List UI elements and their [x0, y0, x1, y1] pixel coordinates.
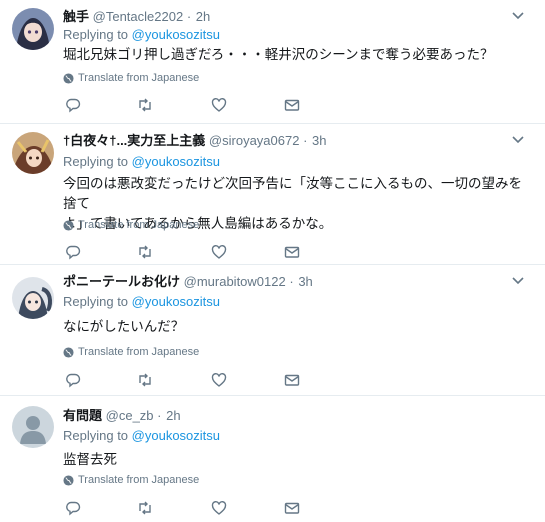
translate-link[interactable]: Translate from Japanese	[63, 346, 199, 358]
translate-label[interactable]: Translate from Japanese	[78, 346, 199, 358]
globe-icon	[63, 346, 74, 358]
display-name[interactable]: ポニーテールお化け	[63, 274, 180, 289]
reply-feed: 触手 @Tentacle2202 · 2h Replying to @youko…	[0, 0, 545, 522]
retweet-icon[interactable]	[137, 500, 153, 516]
translate-label[interactable]: Translate from Japanese	[78, 72, 199, 84]
tweet-text: 堀北兄妹ゴリ押し過ぎだろ・・・軽井沢のシーンまで奪う必要あった？	[63, 45, 533, 65]
reply-icon[interactable]	[65, 97, 81, 113]
chevron-down-icon[interactable]	[511, 132, 525, 146]
replying-to-label: Replying to	[63, 154, 129, 169]
tweet-text: なにがしたいんだ？	[63, 317, 533, 337]
tweet-header: †白夜々†...実力至上主義 @siroyaya0672 · 3h	[63, 130, 327, 149]
direct-message-icon[interactable]	[284, 500, 300, 516]
avatar[interactable]	[12, 406, 54, 448]
replying-to-label: Replying to	[63, 294, 129, 309]
display-name[interactable]: 有問題	[63, 408, 102, 423]
replying-to-link[interactable]: @youkosozitsu	[132, 294, 220, 309]
avatar[interactable]	[12, 132, 54, 174]
user-handle[interactable]: @murabitow0122	[184, 274, 286, 289]
reply-icon[interactable]	[65, 372, 81, 388]
retweet-icon[interactable]	[137, 97, 153, 113]
tweet[interactable]: ポニーテールお化け @murabitow0122 · 3h Replying t…	[0, 265, 545, 396]
tweet-text-line: 今回のは悪改変だったけど次回予告に「汝等ここに入るもの、一切の望みを捨て	[63, 176, 522, 211]
replying-to-label: Replying to	[63, 428, 129, 443]
tweet-actions	[65, 372, 305, 388]
translate-link[interactable]: Translate from Japanese	[63, 219, 199, 231]
separator-dot: ·	[303, 133, 308, 148]
like-icon[interactable]	[211, 97, 227, 113]
replying-to: Replying to @youkosozitsu	[63, 27, 220, 42]
globe-icon	[63, 474, 74, 486]
like-icon[interactable]	[211, 500, 227, 516]
chevron-down-icon[interactable]	[511, 273, 525, 287]
globe-icon	[63, 219, 74, 231]
translate-link[interactable]: Translate from Japanese	[63, 72, 199, 84]
avatar[interactable]	[12, 8, 54, 50]
reply-icon[interactable]	[65, 500, 81, 516]
avatar[interactable]	[12, 277, 54, 319]
separator-dot: ·	[186, 9, 192, 24]
translate-label[interactable]: Translate from Japanese	[78, 474, 199, 486]
translate-link[interactable]: Translate from Japanese	[63, 474, 199, 486]
user-handle[interactable]: @Tentacle2202	[93, 9, 184, 24]
display-name[interactable]: †白夜々†...実力至上主義	[63, 133, 205, 148]
like-icon[interactable]	[211, 244, 227, 260]
retweet-icon[interactable]	[137, 244, 153, 260]
replying-to-link[interactable]: @youkosozitsu	[132, 428, 220, 443]
direct-message-icon[interactable]	[284, 372, 300, 388]
replying-to-label: Replying to	[63, 27, 129, 42]
tweet-header: 触手 @Tentacle2202 · 2h	[63, 6, 210, 25]
replying-to-link[interactable]: @youkosozitsu	[132, 154, 220, 169]
translate-label[interactable]: Translate from Japanese	[78, 219, 199, 231]
tweet-actions	[65, 97, 305, 113]
tweet-actions	[65, 244, 305, 260]
replying-to: Replying to @youkosozitsu	[63, 428, 220, 443]
replying-to-link[interactable]: @youkosozitsu	[132, 27, 220, 42]
separator-dot: ·	[157, 408, 162, 423]
tweet-actions	[65, 500, 305, 516]
timestamp[interactable]: 2h	[166, 408, 180, 423]
direct-message-icon[interactable]	[284, 244, 300, 260]
like-icon[interactable]	[211, 372, 227, 388]
avatar-image	[12, 277, 54, 319]
user-handle[interactable]: @siroyaya0672	[209, 133, 300, 148]
tweet-text-line: 监督去死	[63, 452, 117, 467]
timestamp[interactable]: 3h	[298, 274, 312, 289]
tweet-text-line: なにがしたいんだ？	[63, 319, 185, 334]
chevron-down-icon[interactable]	[511, 8, 525, 22]
tweet[interactable]: 触手 @Tentacle2202 · 2h Replying to @youko…	[0, 0, 545, 124]
separator-dot: ·	[289, 274, 294, 289]
globe-icon	[63, 72, 74, 84]
timestamp[interactable]: 3h	[312, 133, 326, 148]
tweet[interactable]: †白夜々†...実力至上主義 @siroyaya0672 · 3h Replyi…	[0, 124, 545, 265]
reply-icon[interactable]	[65, 244, 81, 260]
replying-to: Replying to @youkosozitsu	[63, 154, 220, 169]
user-handle[interactable]: @ce_zb	[106, 408, 154, 423]
tweet-text-line: 堀北兄妹ゴリ押し過ぎだろ・・・軽井沢のシーンまで奪う必要あった？	[63, 47, 494, 62]
tweet[interactable]: 有問題 @ce_zb · 2h Replying to @youkosozits…	[0, 396, 545, 522]
tweet-text: 监督去死	[63, 450, 533, 470]
tweet-header: 有問題 @ce_zb · 2h	[63, 405, 181, 424]
tweet-header: ポニーテールお化け @murabitow0122 · 3h	[63, 271, 313, 290]
avatar-image	[12, 8, 54, 50]
direct-message-icon[interactable]	[284, 97, 300, 113]
timestamp[interactable]: 2h	[196, 9, 210, 24]
replying-to: Replying to @youkosozitsu	[63, 294, 220, 309]
retweet-icon[interactable]	[137, 372, 153, 388]
avatar-image	[12, 132, 54, 174]
default-avatar-icon	[12, 406, 54, 448]
display-name[interactable]: 触手	[63, 9, 89, 24]
